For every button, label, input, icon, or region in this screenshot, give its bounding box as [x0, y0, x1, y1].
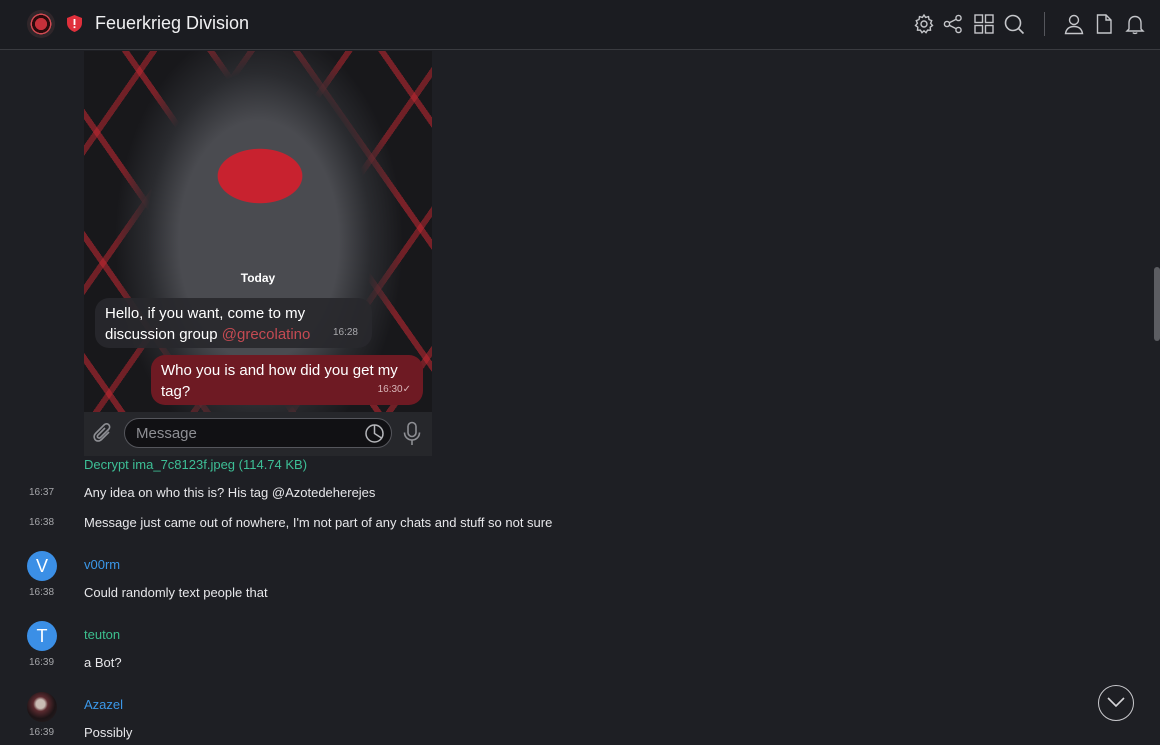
- scrollbar-thumb[interactable]: [1154, 267, 1160, 341]
- scroll-to-bottom-button[interactable]: [1098, 685, 1134, 721]
- check-icon: ✓: [402, 384, 411, 395]
- avatar[interactable]: T: [27, 621, 57, 651]
- message-text: Message just came out of nowhere, I'm no…: [84, 515, 553, 530]
- grid-icon[interactable]: [973, 13, 995, 35]
- date-separator: Today: [240, 271, 276, 285]
- bell-icon[interactable]: [1124, 13, 1146, 35]
- message-text: Could randomly text people that: [84, 585, 268, 600]
- message-text: Possibly: [84, 725, 133, 740]
- author-name[interactable]: teuton: [84, 627, 120, 642]
- avatar[interactable]: V: [27, 551, 57, 581]
- message-field: Message: [124, 418, 392, 448]
- header-separator: [1044, 12, 1045, 36]
- chat-header: Feuerkrieg Division: [0, 0, 1160, 50]
- paperclip-icon: [93, 423, 111, 442]
- avatar[interactable]: [27, 692, 57, 722]
- outgoing-text: Who you is and how did you get my tag?: [161, 362, 398, 400]
- outgoing-time: 16:30✓: [378, 379, 411, 400]
- share-icon[interactable]: [942, 13, 964, 35]
- shield-warning-icon: [67, 15, 82, 32]
- decrypt-file-link[interactable]: Decrypt ima_7c8123f.jpeg (114.74 KB): [84, 457, 307, 472]
- author-name[interactable]: Azazel: [84, 697, 123, 712]
- message-time: 16:38: [29, 517, 55, 528]
- message-time: 16:39: [29, 727, 55, 738]
- incoming-time: 16:28: [332, 327, 358, 338]
- outgoing-time-label: 16:30: [377, 384, 403, 395]
- message-time: 16:37: [29, 487, 55, 498]
- search-icon[interactable]: [1003, 13, 1025, 35]
- chevron-down-icon: [1107, 697, 1125, 708]
- file-icon[interactable]: [1093, 13, 1115, 35]
- channel-avatar[interactable]: [27, 10, 55, 38]
- message-time: 16:38: [29, 587, 55, 598]
- user-icon[interactable]: [1063, 13, 1085, 35]
- message-text: a Bot?: [84, 655, 122, 670]
- channel-title[interactable]: Feuerkrieg Division: [95, 13, 249, 34]
- sticker-icon: [365, 424, 384, 443]
- message-text: Any idea on who this is? His tag @Azoted…: [84, 485, 376, 500]
- incoming-handle: @grecolatino: [221, 326, 311, 343]
- attachment-composer: Message: [84, 412, 432, 456]
- incoming-bubble: Hello, if you want, come to my discussio…: [95, 298, 372, 348]
- microphone-icon: [403, 421, 421, 445]
- screenshot-attachment[interactable]: Today Hello, if you want, come to my dis…: [84, 51, 432, 412]
- message-time: 16:39: [29, 657, 55, 668]
- gear-icon[interactable]: [913, 13, 935, 35]
- message-placeholder: Message: [136, 425, 197, 442]
- author-name[interactable]: v00rm: [84, 557, 120, 572]
- outgoing-bubble: Who you is and how did you get my tag? 1…: [151, 355, 423, 405]
- message-list: Today Hello, if you want, come to my dis…: [0, 51, 1160, 745]
